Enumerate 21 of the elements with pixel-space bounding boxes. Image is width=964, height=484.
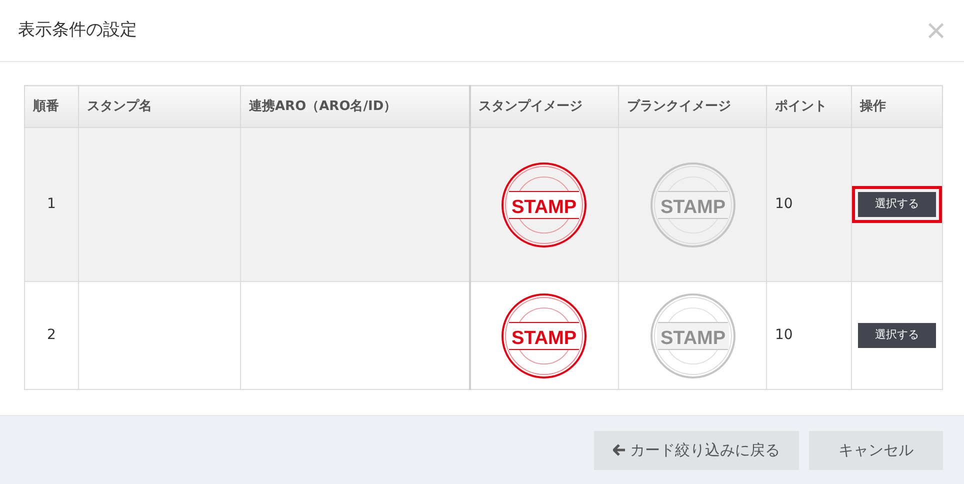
order-number: 2	[47, 327, 56, 343]
cancel-button[interactable]: キャンセル	[809, 430, 943, 470]
stamp-image: STAMP	[501, 292, 588, 378]
order-number: 1	[47, 196, 56, 212]
points-value: 10	[775, 196, 793, 212]
column-header: ポイント	[766, 86, 852, 128]
column-header: 操作	[852, 86, 942, 128]
arrow-left-icon	[613, 444, 626, 456]
blank-stamp-image: STAMP	[650, 162, 736, 248]
column-header: 順番	[24, 86, 78, 128]
dialog-title: 表示条件の設定	[18, 18, 137, 42]
column-header: スタンプ名	[78, 86, 240, 128]
points-value: 10	[775, 327, 793, 343]
column-header: ブランクイメージ	[618, 86, 766, 128]
column-header: 連携ARO（ARO名/ID）	[240, 86, 470, 128]
back-button[interactable]: カード絞り込みに戻る	[594, 430, 799, 470]
stamp-image: STAMP	[501, 162, 588, 248]
column-header: スタンプイメージ	[470, 86, 618, 128]
select-button[interactable]: 選択する	[858, 192, 936, 217]
blank-stamp-image: STAMP	[650, 292, 736, 378]
select-button[interactable]: 選択する	[858, 323, 936, 348]
